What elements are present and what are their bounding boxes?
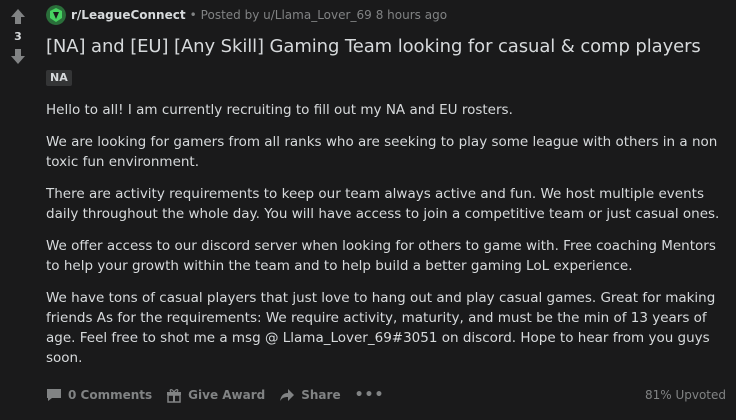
downvote-button[interactable] (9, 47, 27, 65)
comment-icon (47, 389, 61, 401)
upvoted-percentage: 81% Upvoted (644, 388, 726, 402)
post-paragraph: Hello to all! I am currently recruiting … (46, 102, 513, 118)
more-options-button[interactable]: ••• (355, 387, 385, 403)
post-time[interactable]: 8 hours ago (376, 8, 447, 22)
vote-count: 3 (14, 30, 22, 43)
subreddit-link[interactable]: r/LeagueConnect (71, 8, 186, 22)
comments-button[interactable]: 0 Comments (46, 387, 152, 403)
post-paragraph: We offer access to our discord server wh… (46, 238, 716, 274)
post-paragraph: We have tons of casual players that just… (46, 290, 716, 366)
post-actions: 0 Comments Give Award Share ••• 81% Upvo… (46, 384, 726, 406)
post-paragraph: There are activity requirements to keep … (46, 186, 720, 222)
post-body: Hello to all! I am currently recruiting … (46, 100, 728, 368)
share-arrow-icon (280, 389, 295, 401)
upvote-arrow-icon (11, 9, 25, 24)
post-title[interactable]: [NA] and [EU] [Any Skill] Gaming Team lo… (46, 36, 728, 58)
author-link[interactable]: u/Llama_Lover_69 (263, 8, 372, 22)
comments-label: 0 Comments (68, 388, 153, 402)
upvote-button[interactable] (9, 8, 27, 26)
gift-icon (167, 389, 182, 403)
posted-by-label: Posted by (200, 8, 260, 22)
give-award-label: Give Award (188, 388, 266, 402)
post-flair[interactable]: NA (46, 70, 72, 86)
share-button[interactable]: Share (279, 387, 341, 403)
post-container: r/LeagueConnect • Posted by u/Llama_Love… (46, 0, 728, 380)
post-meta: r/LeagueConnect • Posted by u/Llama_Love… (46, 0, 728, 30)
downvote-arrow-icon (11, 49, 25, 64)
subreddit-icon[interactable] (46, 5, 66, 25)
give-award-button[interactable]: Give Award (166, 387, 265, 403)
share-label: Share (301, 388, 341, 402)
post-paragraph: We are looking for gamers from all ranks… (46, 134, 718, 170)
meta-separator: • (189, 8, 197, 22)
vote-column: 3 (0, 0, 36, 65)
